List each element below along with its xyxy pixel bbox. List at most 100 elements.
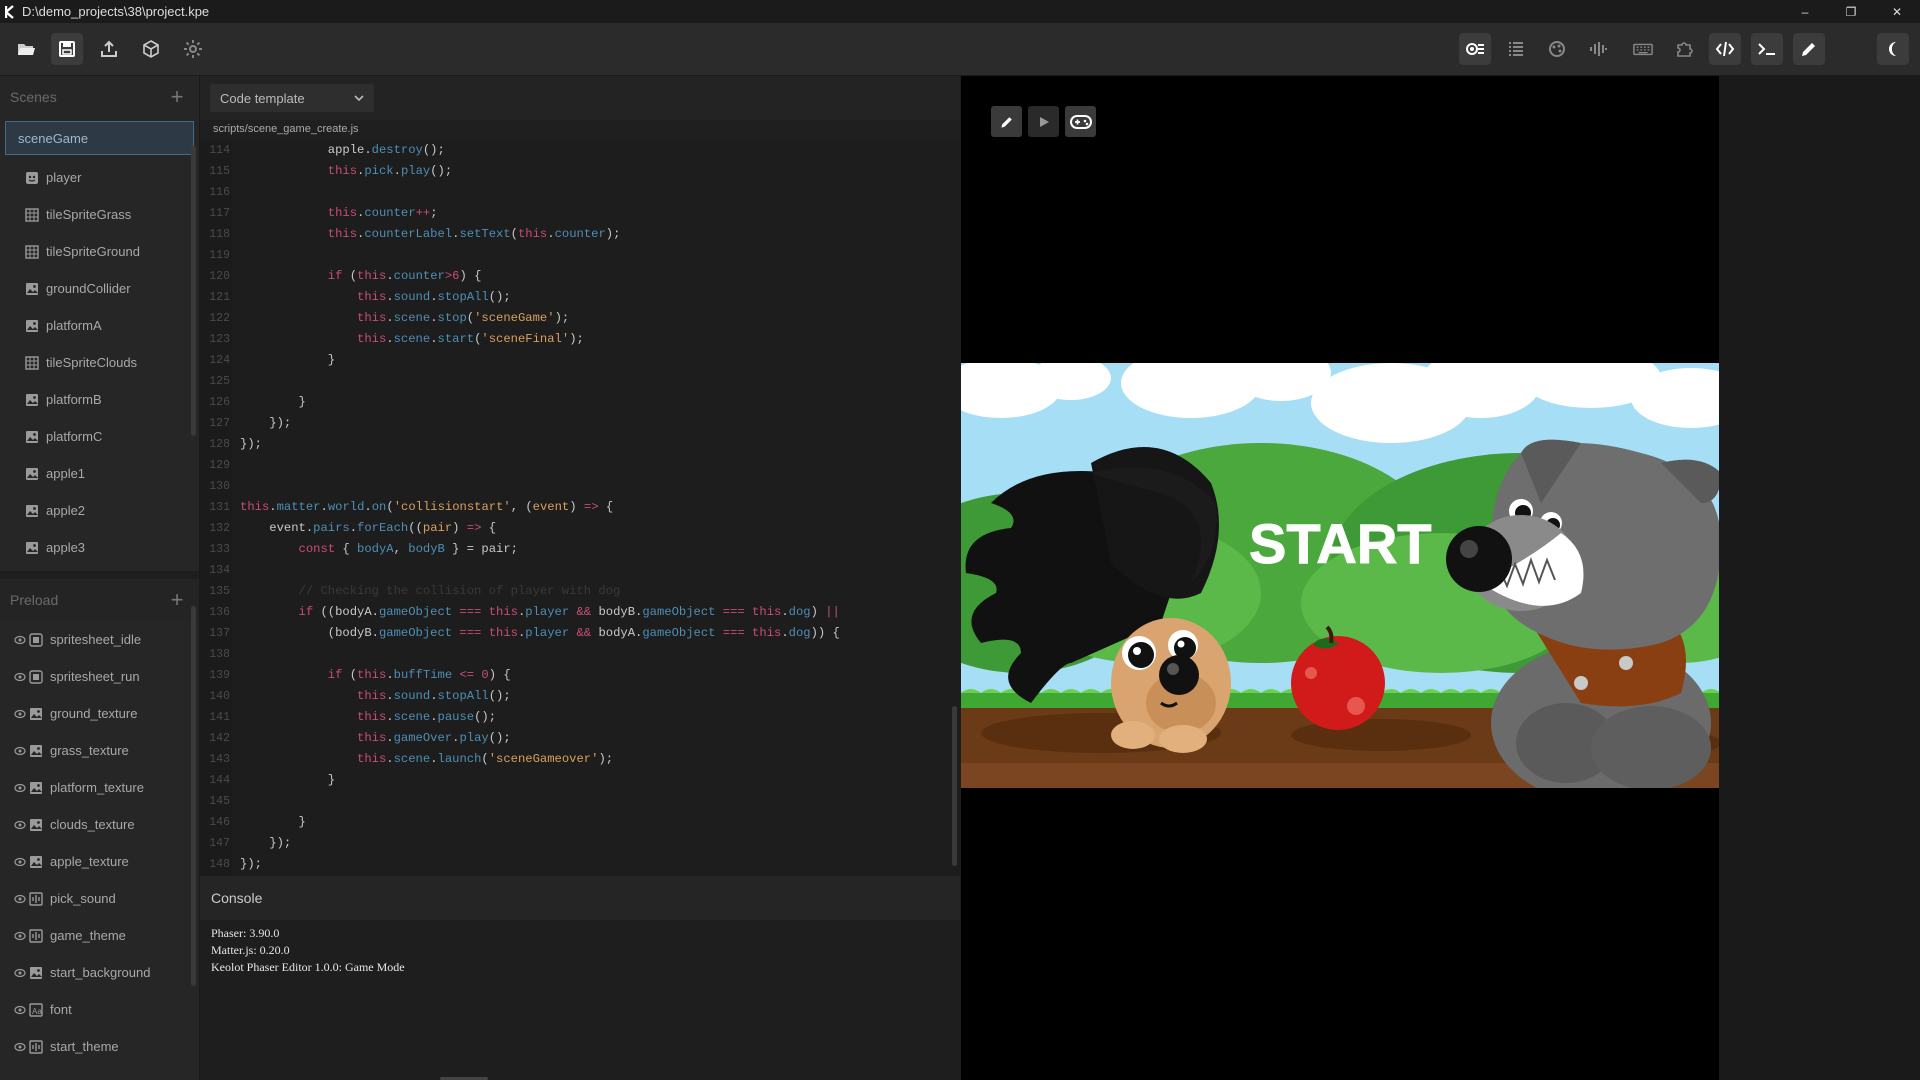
eye-icon[interactable]	[14, 783, 26, 793]
code-line: 136 if ((bodyA.gameObject === this.playe…	[200, 602, 960, 623]
scene-view-button[interactable]	[1459, 33, 1491, 65]
audio-button[interactable]	[1582, 33, 1614, 65]
code-line: 142 this.gameOver.play();	[200, 728, 960, 749]
code-token: 'sceneFinal'	[481, 332, 570, 346]
code-text: event.pairs.forEach((pair) => {	[240, 518, 496, 539]
image-icon	[28, 965, 44, 981]
plugin-button[interactable]	[1668, 33, 1700, 65]
scene-object-apple1[interactable]: apple1	[0, 455, 199, 492]
code-token: {	[598, 500, 614, 514]
code-text: });	[240, 413, 291, 434]
eye-icon[interactable]	[14, 931, 26, 941]
preload-item-clouds_texture[interactable]: clouds_texture	[0, 806, 199, 843]
eye-icon[interactable]	[14, 746, 26, 756]
code-line: 145	[200, 791, 960, 812]
scenes-scrollbar[interactable]	[191, 146, 196, 436]
preload-item-ground_texture[interactable]: ground_texture	[0, 695, 199, 732]
eye-icon[interactable]	[14, 635, 26, 645]
code-area[interactable]: 114 apple.destroy(); 115 this.pick.play()…	[200, 140, 960, 876]
preload-item-spritesheet_idle[interactable]: spritesheet_idle	[0, 621, 199, 658]
scene-object-apple3[interactable]: apple3	[0, 529, 199, 566]
terminal-button[interactable]	[1751, 33, 1783, 65]
scene-object-label: tileSpriteGround	[46, 244, 140, 259]
line-number: 116	[209, 186, 230, 199]
scene-item-selected[interactable]: sceneGame	[5, 121, 194, 155]
preload-item-start_theme[interactable]: start_theme	[0, 1028, 199, 1065]
preload-item-grass_texture[interactable]: grass_texture	[0, 732, 199, 769]
code-token: {	[335, 542, 358, 556]
add-preload-button[interactable]: +	[165, 587, 189, 613]
editor-scrollbar[interactable]	[952, 706, 957, 866]
start-text[interactable]: START	[1249, 512, 1433, 576]
preload-item-platform_texture[interactable]: platform_texture	[0, 769, 199, 806]
scene-object-apple2[interactable]: apple2	[0, 492, 199, 529]
scene-object-platformB[interactable]: platformB	[0, 381, 199, 418]
code-token: =>	[466, 521, 482, 535]
eye-icon[interactable]	[14, 968, 26, 978]
scene-object-platformC[interactable]: platformC	[0, 418, 199, 455]
code-token: .	[386, 269, 394, 283]
play-button[interactable]	[1028, 106, 1059, 137]
scene-object-tileSpriteGround[interactable]: tileSpriteGround	[0, 233, 199, 270]
export-button[interactable]	[93, 33, 125, 65]
package-icon	[143, 40, 159, 58]
code-token: dog	[788, 605, 811, 619]
preload-item-pick_sound[interactable]: pick_sound	[0, 880, 199, 917]
scene-object-tileSpriteGrass[interactable]: tileSpriteGrass	[0, 196, 199, 233]
line-number: 140	[209, 690, 230, 703]
code-token: destroy	[371, 143, 423, 157]
code-token: ();	[474, 710, 497, 724]
theme-toggle-button[interactable]	[1877, 33, 1909, 65]
preload-item-apple_texture[interactable]: apple_texture	[0, 843, 199, 880]
close-button[interactable]: ✕	[1874, 0, 1920, 23]
code-token: gameOver	[393, 731, 453, 745]
scene-object-tileSpriteClouds[interactable]: tileSpriteClouds	[0, 344, 199, 381]
preload-item-game_theme[interactable]: game_theme	[0, 917, 199, 954]
line-number: 133	[209, 543, 230, 556]
code-template-select[interactable]: Code template	[210, 84, 374, 112]
code-text: this.gameOver.play();	[240, 728, 511, 749]
scene-object-label: platformC	[46, 429, 103, 444]
build-button[interactable]	[135, 33, 167, 65]
preload-item-spritesheet_run[interactable]: spritesheet_run	[0, 658, 199, 695]
gamepad-icon	[1069, 114, 1092, 129]
code-line: 144 }	[200, 770, 960, 791]
minimize-button[interactable]: –	[1782, 0, 1828, 23]
add-scene-button[interactable]: +	[165, 84, 189, 110]
eye-icon[interactable]	[14, 709, 26, 719]
line-number: 144	[209, 774, 230, 787]
eye-icon[interactable]	[14, 857, 26, 867]
list-view-button[interactable]	[1500, 33, 1532, 65]
preload-scrollbar[interactable]	[191, 606, 196, 986]
open-folder-button[interactable]	[10, 33, 42, 65]
code-token: }	[240, 773, 336, 787]
restore-button[interactable]: ❐	[1828, 0, 1874, 23]
scene-object-label: apple1	[46, 466, 86, 481]
keyboard-button[interactable]	[1626, 33, 1660, 65]
preload-item-start_background[interactable]: start_background	[0, 954, 199, 991]
preload-item-font[interactable]: Aa font	[0, 991, 199, 1028]
code-line: 127 });	[200, 413, 960, 434]
scene-object-player[interactable]: player	[0, 159, 199, 196]
code-button[interactable]	[1709, 33, 1741, 65]
game-canvas[interactable]: START	[961, 76, 1719, 1080]
scene-object-label: platformA	[46, 318, 102, 333]
gamepad-button[interactable]	[1065, 106, 1096, 137]
eye-icon[interactable]	[14, 1042, 26, 1052]
save-button[interactable]	[51, 33, 83, 65]
code-text: apple.destroy();	[240, 140, 445, 161]
edit-tool-button[interactable]	[991, 106, 1022, 137]
scene-object-groundCollider[interactable]: groundCollider	[0, 270, 199, 307]
code-token: .	[386, 689, 394, 703]
line-number: 148	[209, 858, 230, 871]
assets-button[interactable]	[1541, 33, 1573, 65]
settings-button[interactable]	[177, 33, 209, 65]
scene-object-platformA[interactable]: platformA	[0, 307, 199, 344]
eye-icon[interactable]	[14, 1005, 26, 1015]
edit-mode-button[interactable]	[1793, 33, 1825, 65]
eye-icon[interactable]	[14, 820, 26, 830]
preload-item-label: platform_texture	[50, 780, 144, 795]
eye-icon[interactable]	[14, 894, 26, 904]
code-text: });	[240, 854, 262, 875]
eye-icon[interactable]	[14, 672, 26, 682]
